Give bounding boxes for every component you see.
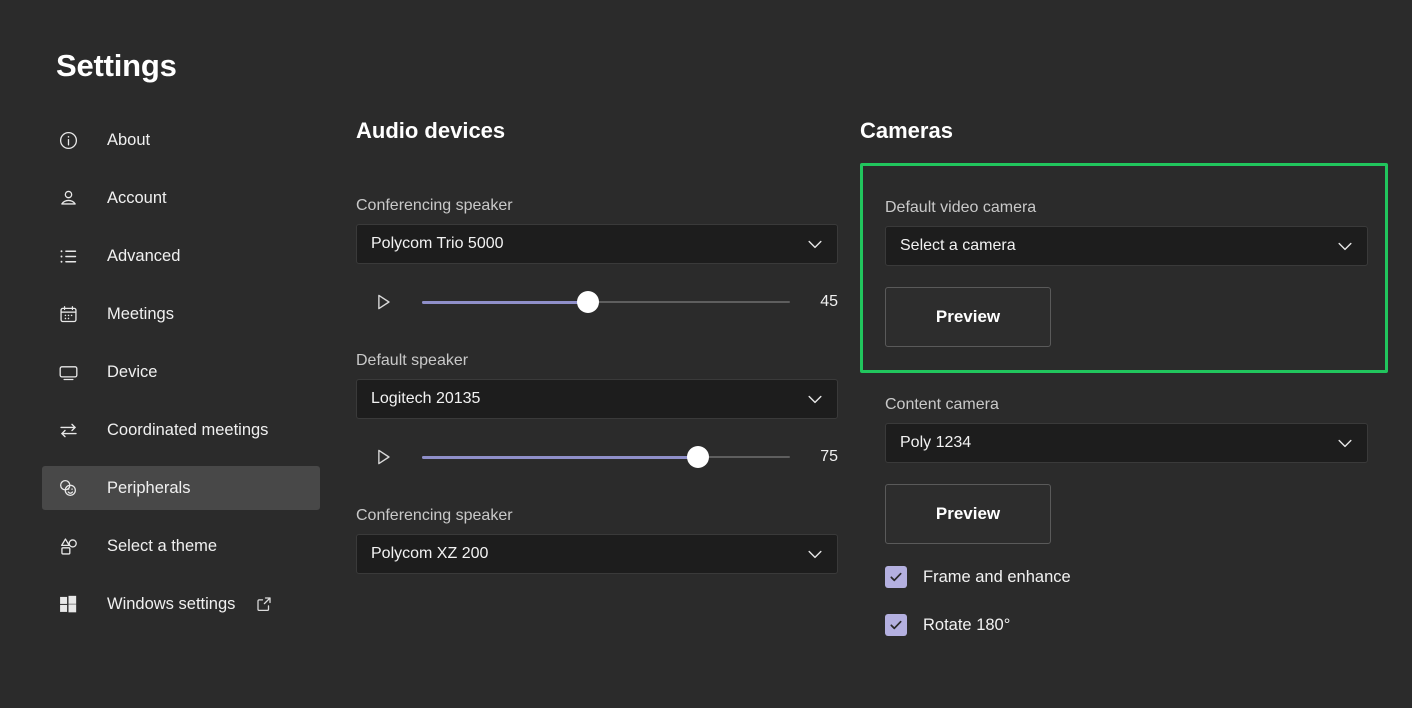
rotate-180-checkbox-row[interactable]: Rotate 180° bbox=[885, 610, 1368, 640]
audio-group-conferencing-speaker-2: Conferencing speaker Polycom XZ 200 bbox=[356, 507, 838, 574]
default-video-camera-dropdown[interactable]: Select a camera bbox=[885, 226, 1368, 266]
arrows-swap-icon bbox=[56, 418, 80, 442]
sidebar-item-label: Coordinated meetings bbox=[107, 421, 268, 440]
play-test-icon[interactable] bbox=[370, 444, 396, 470]
audio-devices-column: Audio devices Conferencing speaker Polyc… bbox=[356, 118, 838, 574]
dropdown-value: Polycom XZ 200 bbox=[371, 545, 805, 563]
sidebar-item-select-a-theme[interactable]: Select a theme bbox=[42, 524, 320, 568]
chevron-down-icon bbox=[805, 544, 825, 564]
audio-devices-heading: Audio devices bbox=[356, 118, 838, 144]
dropdown-value: Poly 1234 bbox=[900, 434, 1335, 452]
play-test-icon[interactable] bbox=[370, 289, 396, 315]
dropdown-value: Logitech 20135 bbox=[371, 390, 805, 408]
audio-group-conferencing-speaker-1: Conferencing speaker Polycom Trio 5000 4… bbox=[356, 197, 838, 322]
shapes-icon bbox=[56, 534, 80, 558]
sidebar-nav: About Account Advanced bbox=[42, 118, 320, 640]
field-label: Conferencing speaker bbox=[356, 197, 838, 215]
checkmark-icon[interactable] bbox=[885, 614, 907, 636]
settings-window: Settings About Account bbox=[0, 0, 1412, 708]
chevron-down-icon bbox=[1335, 433, 1355, 453]
sidebar-item-label: Device bbox=[107, 363, 157, 382]
sidebar-item-about[interactable]: About bbox=[42, 118, 320, 162]
sidebar-item-label: Advanced bbox=[107, 247, 180, 266]
slider-fill bbox=[422, 456, 698, 459]
chevron-down-icon bbox=[805, 234, 825, 254]
field-label: Content camera bbox=[885, 396, 1368, 414]
slider-thumb[interactable] bbox=[577, 291, 599, 313]
sidebar-item-account[interactable]: Account bbox=[42, 176, 320, 220]
default-video-camera-preview-button[interactable]: Preview bbox=[885, 287, 1051, 347]
volume-value: 45 bbox=[808, 293, 838, 311]
person-icon bbox=[56, 186, 80, 210]
cameras-column: Cameras Default video camera Select a ca… bbox=[860, 118, 1390, 640]
volume-value: 75 bbox=[808, 448, 838, 466]
cameras-heading: Cameras bbox=[860, 118, 1390, 144]
dropdown-value: Polycom Trio 5000 bbox=[371, 235, 805, 253]
checkbox-label: Frame and enhance bbox=[923, 568, 1071, 587]
content-camera-preview-button[interactable]: Preview bbox=[885, 484, 1051, 544]
external-link-icon bbox=[255, 595, 273, 613]
volume-slider[interactable] bbox=[422, 289, 790, 315]
volume-slider[interactable] bbox=[422, 444, 790, 470]
checkbox-label: Rotate 180° bbox=[923, 616, 1010, 635]
sidebar-item-label: Windows settings bbox=[107, 595, 235, 614]
peripherals-icon bbox=[56, 476, 80, 500]
sidebar-item-device[interactable]: Device bbox=[42, 350, 320, 394]
windows-logo-icon bbox=[56, 592, 80, 616]
sidebar-item-windows-settings[interactable]: Windows settings bbox=[42, 582, 320, 626]
sidebar-item-peripherals[interactable]: Peripherals bbox=[42, 466, 320, 510]
sidebar-item-advanced[interactable]: Advanced bbox=[42, 234, 320, 278]
sidebar-item-coordinated-meetings[interactable]: Coordinated meetings bbox=[42, 408, 320, 452]
default-video-camera-group: Default video camera Select a camera Pre… bbox=[860, 199, 1390, 347]
conferencing-speaker-2-dropdown[interactable]: Polycom XZ 200 bbox=[356, 534, 838, 574]
sidebar-item-label: Meetings bbox=[107, 305, 174, 324]
field-label: Default speaker bbox=[356, 352, 838, 370]
default-speaker-dropdown[interactable]: Logitech 20135 bbox=[356, 379, 838, 419]
info-circle-icon bbox=[56, 128, 80, 152]
sidebar-item-label: Peripherals bbox=[107, 479, 190, 498]
audio-group-default-speaker: Default speaker Logitech 20135 75 bbox=[356, 352, 838, 477]
checkmark-icon[interactable] bbox=[885, 566, 907, 588]
sidebar-item-meetings[interactable]: Meetings bbox=[42, 292, 320, 336]
content-camera-group: Content camera Poly 1234 Preview Frame a… bbox=[860, 396, 1390, 640]
sidebar-item-label: About bbox=[107, 131, 150, 150]
chevron-down-icon bbox=[805, 389, 825, 409]
frame-and-enhance-checkbox-row[interactable]: Frame and enhance bbox=[885, 562, 1368, 592]
sidebar-item-label: Select a theme bbox=[107, 537, 217, 556]
list-icon bbox=[56, 244, 80, 268]
field-label: Default video camera bbox=[885, 199, 1368, 217]
slider-thumb[interactable] bbox=[687, 446, 709, 468]
field-label: Conferencing speaker bbox=[356, 507, 838, 525]
sidebar-item-label: Account bbox=[107, 189, 167, 208]
dropdown-value: Select a camera bbox=[900, 237, 1335, 255]
conferencing-speaker-1-dropdown[interactable]: Polycom Trio 5000 bbox=[356, 224, 838, 264]
slider-fill bbox=[422, 301, 588, 304]
content-camera-dropdown[interactable]: Poly 1234 bbox=[885, 423, 1368, 463]
page-title: Settings bbox=[56, 48, 177, 84]
conferencing-speaker-1-volume-row: 45 bbox=[356, 282, 838, 322]
chevron-down-icon bbox=[1335, 236, 1355, 256]
default-speaker-volume-row: 75 bbox=[356, 437, 838, 477]
monitor-icon bbox=[56, 360, 80, 384]
calendar-icon bbox=[56, 302, 80, 326]
